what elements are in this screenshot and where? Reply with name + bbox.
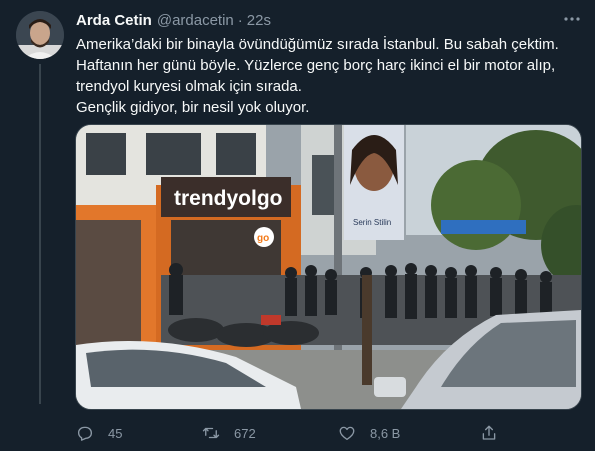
- more-options-button[interactable]: [561, 8, 583, 30]
- more-icon: [564, 17, 580, 21]
- tweet[interactable]: Arda Cetin @ardacetin · 22s Amerika’daki…: [0, 0, 595, 451]
- reply-button[interactable]: 45: [76, 422, 122, 444]
- share-button[interactable]: [480, 422, 498, 444]
- poster-caption: Serin Stilin: [353, 218, 391, 227]
- tweet-text-line: Gençlik gidiyor, bir nesil yok oluyor.: [76, 99, 310, 116]
- like-button[interactable]: 8,6 B: [338, 422, 400, 444]
- retweet-button[interactable]: 672: [202, 422, 256, 444]
- avatar[interactable]: [16, 11, 64, 59]
- tweet-text-line: Haftanın her günü böyle. Yüzlerce genç b…: [76, 57, 556, 74]
- author-name[interactable]: Arda Cetin: [76, 12, 152, 29]
- tweet-text-line: Amerika’daki bir binayla övündüğümüz sır…: [76, 36, 559, 53]
- tweet-timestamp[interactable]: 22s: [247, 12, 271, 29]
- like-count: 8,6 B: [370, 425, 401, 441]
- retweet-count: 672: [234, 425, 256, 441]
- tweet-text-line: trendyol kuryesi olmak için sırada.: [76, 78, 302, 95]
- tweet-photo[interactable]: trendyolgo go Serin Stilin: [75, 124, 582, 410]
- author-handle[interactable]: @ardacetin: [157, 12, 234, 29]
- separator-dot: ·: [237, 11, 243, 29]
- reply-icon: [77, 426, 93, 441]
- heart-icon: [339, 426, 355, 441]
- tweet-actions: 45 672 8,6 B: [76, 422, 506, 444]
- go-badge: go: [257, 233, 269, 244]
- tweet-text: Amerika’daki bir binayla övündüğümüz sır…: [76, 34, 581, 118]
- retweet-icon: [202, 427, 220, 439]
- store-sign: trendyolgo: [174, 187, 283, 210]
- share-icon: [482, 425, 496, 440]
- thread-line: [39, 64, 41, 404]
- street-photo: trendyolgo go Serin Stilin: [76, 125, 581, 409]
- tweet-header: Arda Cetin @ardacetin · 22s: [76, 9, 271, 31]
- reply-count: 45: [108, 425, 123, 441]
